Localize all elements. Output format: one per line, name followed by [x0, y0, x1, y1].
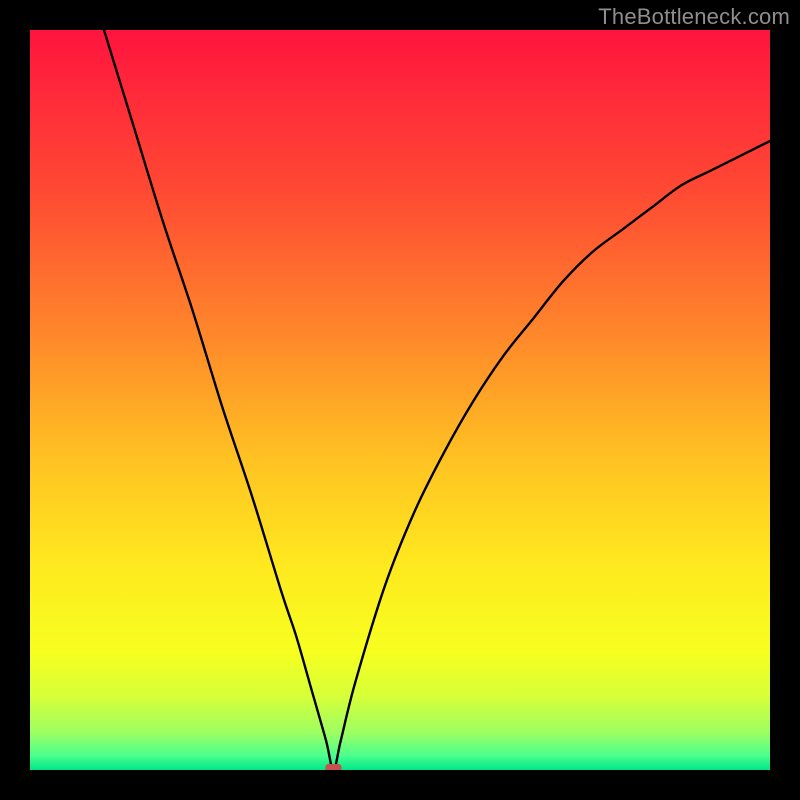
plot-area: [30, 30, 770, 770]
bottleneck-chart: [30, 30, 770, 770]
gradient-background: [30, 30, 770, 770]
chart-frame: TheBottleneck.com: [0, 0, 800, 800]
optimal-marker: [325, 764, 341, 770]
watermark-text: TheBottleneck.com: [598, 4, 790, 30]
